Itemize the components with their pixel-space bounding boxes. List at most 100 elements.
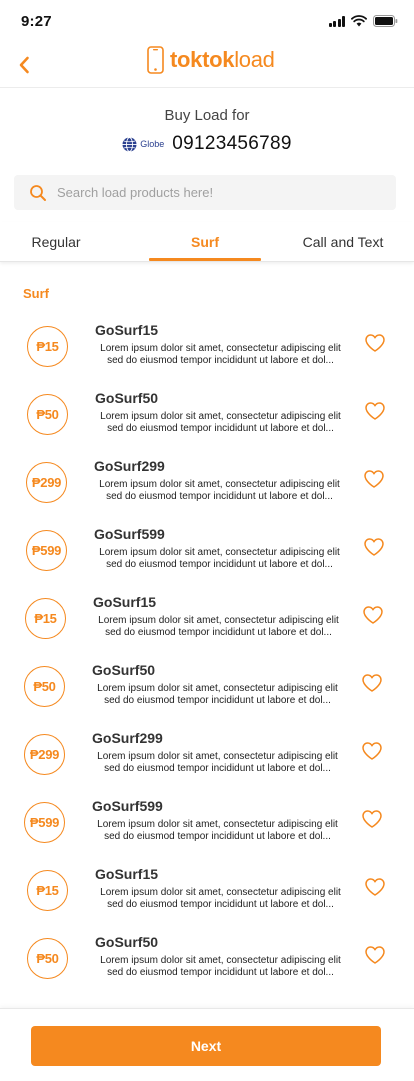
heart-outline-icon[interactable] bbox=[362, 605, 384, 625]
status-time: 9:27 bbox=[21, 13, 52, 30]
product-description: Lorem ipsum dolor sit amet, consectetur … bbox=[90, 819, 345, 843]
recipient-phone-number: 09123456789 bbox=[172, 133, 292, 154]
battery-icon bbox=[373, 15, 398, 27]
tab-regular[interactable]: Regular bbox=[0, 222, 112, 262]
product-item[interactable]: ₱15 GoSurf15 Lorem ipsum dolor sit amet, c… bbox=[0, 857, 414, 925]
status-icons bbox=[328, 15, 399, 27]
product-description-line1: Lorem ipsum dolor sit amet, consectetur … bbox=[97, 751, 338, 762]
product-description-line1: Lorem ipsum dolor sit amet, consectetur … bbox=[98, 615, 339, 626]
product-description-line1: Lorem ipsum dolor sit amet, consectetur … bbox=[99, 547, 340, 558]
price-badge: ₱50 bbox=[27, 938, 68, 979]
product-name: GoSurf599 bbox=[94, 526, 165, 542]
globe-network-logo: Globe bbox=[122, 136, 165, 152]
product-description-line2: sed do eiusmod tempor incididunt ut labo… bbox=[106, 491, 333, 502]
product-description-line2: sed do eiusmod tempor incididunt ut labo… bbox=[107, 423, 334, 434]
product-item[interactable]: ₱15 GoSurf15 Lorem ipsum dolor sit amet, c… bbox=[0, 585, 414, 653]
product-name: GoSurf50 bbox=[95, 390, 159, 406]
product-item[interactable]: ₱50 GoSurf50 Lorem ipsum dolor sit amet, c… bbox=[0, 653, 414, 721]
next-button[interactable]: Next bbox=[31, 1026, 381, 1066]
product-description: Lorem ipsum dolor sit amet, consectetur … bbox=[93, 955, 348, 979]
product-name: GoSurf299 bbox=[94, 458, 165, 474]
product-description: Lorem ipsum dolor sit amet, consectetur … bbox=[90, 683, 345, 707]
heart-outline-icon[interactable] bbox=[361, 673, 383, 693]
chevron-left-icon bbox=[19, 56, 29, 74]
tab-surf[interactable]: Surf bbox=[149, 222, 261, 262]
product-description-line2: sed do eiusmod tempor incididunt ut labo… bbox=[107, 355, 334, 366]
back-button[interactable] bbox=[12, 50, 36, 80]
heart-outline-icon[interactable] bbox=[363, 537, 385, 557]
product-item[interactable]: ₱50 GoSurf50 Lorem ipsum dolor sit amet, c… bbox=[0, 925, 414, 993]
phone-icon bbox=[147, 46, 164, 74]
network-name: Globe bbox=[140, 139, 165, 149]
product-description-line1: Lorem ipsum dolor sit amet, consectetur … bbox=[99, 479, 340, 490]
globe-logo-icon bbox=[122, 136, 137, 152]
heart-outline-icon[interactable] bbox=[364, 877, 386, 897]
toktokload-logo: toktokload bbox=[147, 46, 275, 74]
active-tab-indicator bbox=[149, 258, 261, 261]
section-title: Surf bbox=[23, 286, 49, 301]
heart-outline-icon[interactable] bbox=[361, 809, 383, 829]
price-badge: ₱15 bbox=[27, 870, 68, 911]
status-bar: 9:27 bbox=[0, 0, 414, 44]
heart-outline-icon[interactable] bbox=[361, 741, 383, 761]
tab-bar: Regular Surf Call and Text bbox=[0, 222, 414, 262]
product-item[interactable]: ₱15 GoSurf15 Lorem ipsum dolor sit amet, c… bbox=[0, 313, 414, 381]
product-description-line1: Lorem ipsum dolor sit amet, consectetur … bbox=[97, 683, 338, 694]
product-description-line1: Lorem ipsum dolor sit amet, consectetur … bbox=[100, 955, 341, 966]
product-description: Lorem ipsum dolor sit amet, consectetur … bbox=[91, 615, 346, 639]
product-item[interactable]: ₱599 GoSurf599 Lorem ipsum dolor sit amet,… bbox=[0, 789, 414, 857]
product-name: GoSurf599 bbox=[92, 798, 163, 814]
product-description-line2: sed do eiusmod tempor incididunt ut labo… bbox=[104, 695, 331, 706]
product-item[interactable]: ₱50 GoSurf50 Lorem ipsum dolor sit amet, c… bbox=[0, 381, 414, 449]
logo-text: toktokload bbox=[170, 47, 275, 73]
price-badge: ₱299 bbox=[26, 462, 67, 503]
search-bar[interactable] bbox=[14, 175, 396, 210]
product-name: GoSurf50 bbox=[92, 662, 156, 678]
heart-outline-icon[interactable] bbox=[364, 333, 386, 353]
product-description-line2: sed do eiusmod tempor incididunt ut labo… bbox=[105, 627, 332, 638]
product-name: GoSurf299 bbox=[92, 730, 163, 746]
app-header: toktokload bbox=[0, 44, 414, 88]
product-description-line1: Lorem ipsum dolor sit amet, consectetur … bbox=[100, 887, 341, 898]
product-description-line1: Lorem ipsum dolor sit amet, consectetur … bbox=[97, 819, 338, 830]
product-item[interactable]: ₱299 GoSurf299 Lorem ipsum dolor sit amet,… bbox=[0, 449, 414, 517]
heart-outline-icon[interactable] bbox=[363, 469, 385, 489]
product-description-line2: sed do eiusmod tempor incididunt ut labo… bbox=[104, 763, 331, 774]
signal-icon bbox=[328, 15, 345, 27]
footer-bar: Next bbox=[0, 1008, 414, 1081]
product-name: GoSurf15 bbox=[95, 322, 159, 338]
heart-outline-icon[interactable] bbox=[364, 945, 386, 965]
product-description: Lorem ipsum dolor sit amet, consectetur … bbox=[92, 479, 347, 503]
product-description: Lorem ipsum dolor sit amet, consectetur … bbox=[93, 411, 348, 435]
search-icon bbox=[30, 184, 46, 201]
price-badge: ₱599 bbox=[24, 802, 65, 843]
search-input[interactable] bbox=[57, 185, 357, 200]
recipient-number-row: Globe 09123456789 bbox=[0, 133, 414, 155]
product-description: Lorem ipsum dolor sit amet, consectetur … bbox=[93, 343, 348, 367]
product-description-line2: sed do eiusmod tempor incididunt ut labo… bbox=[104, 831, 331, 842]
product-description: Lorem ipsum dolor sit amet, consectetur … bbox=[90, 751, 345, 775]
product-item[interactable]: ₱599 GoSurf599 Lorem ipsum dolor sit amet,… bbox=[0, 517, 414, 585]
price-badge: ₱15 bbox=[27, 326, 68, 367]
product-item[interactable]: ₱299 GoSurf299 Lorem ipsum dolor sit amet,… bbox=[0, 721, 414, 789]
price-badge: ₱50 bbox=[27, 394, 68, 435]
product-description: Lorem ipsum dolor sit amet, consectetur … bbox=[92, 547, 347, 571]
price-badge: ₱15 bbox=[25, 598, 66, 639]
tab-call-and-text[interactable]: Call and Text bbox=[286, 222, 400, 262]
product-description-line2: sed do eiusmod tempor incididunt ut labo… bbox=[107, 967, 334, 978]
price-badge: ₱299 bbox=[24, 734, 65, 775]
product-description: Lorem ipsum dolor sit amet, consectetur … bbox=[93, 887, 348, 911]
product-description-line2: sed do eiusmod tempor incididunt ut labo… bbox=[106, 559, 333, 570]
heart-outline-icon[interactable] bbox=[364, 401, 386, 421]
price-badge: ₱599 bbox=[26, 530, 67, 571]
product-name: GoSurf15 bbox=[95, 866, 159, 882]
product-description-line1: Lorem ipsum dolor sit amet, consectetur … bbox=[100, 411, 341, 422]
logo-text-regular: load bbox=[234, 47, 275, 72]
buy-load-for-heading: Buy Load for bbox=[164, 107, 250, 124]
logo-text-bold: toktok bbox=[170, 47, 235, 72]
price-badge: ₱50 bbox=[24, 666, 65, 707]
product-name: GoSurf15 bbox=[93, 594, 157, 610]
product-description-line1: Lorem ipsum dolor sit amet, consectetur … bbox=[100, 343, 341, 354]
product-description-line2: sed do eiusmod tempor incididunt ut labo… bbox=[107, 899, 334, 910]
product-name: GoSurf50 bbox=[95, 934, 159, 950]
